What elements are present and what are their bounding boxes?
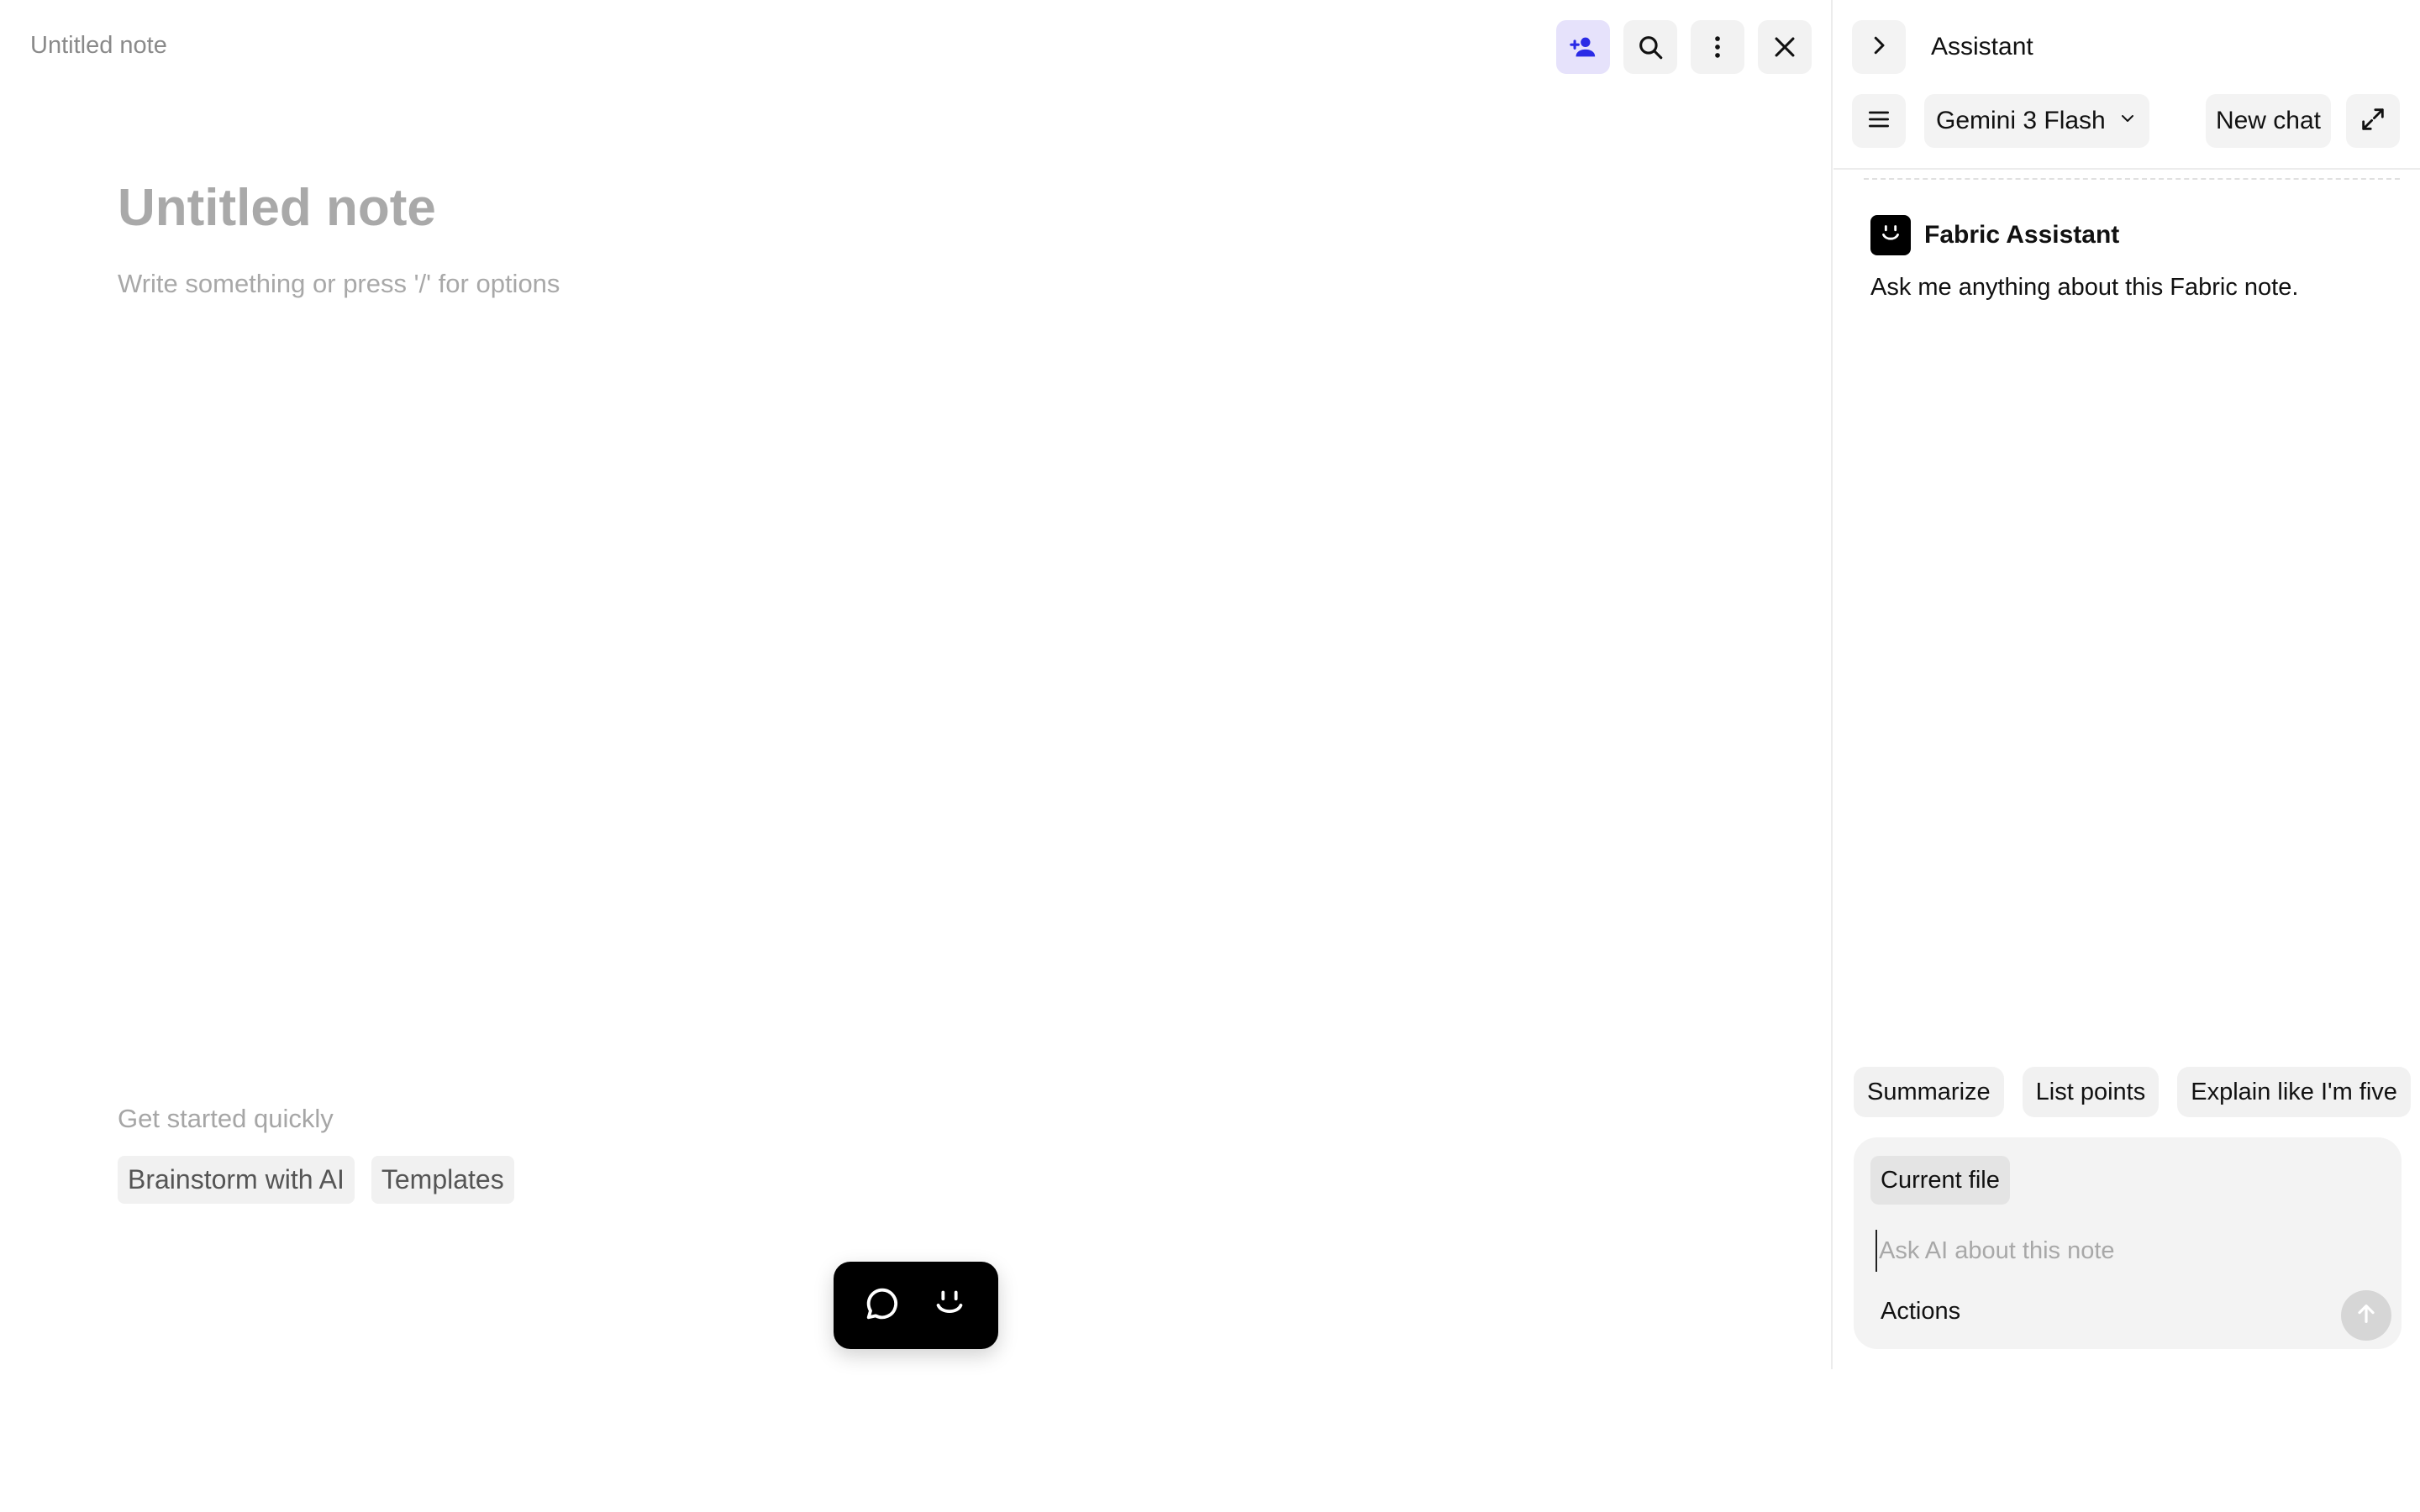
assistant-header: Assistant <box>1852 20 2033 74</box>
quick-start-heading: Get started quickly <box>118 1104 334 1133</box>
more-options-button[interactable] <box>1691 20 1744 74</box>
expand-icon <box>2359 105 2387 138</box>
chat-bubble-icon <box>863 1284 902 1327</box>
chat-composer: Current file Actions <box>1854 1137 2402 1349</box>
assistant-panel: Assistant Gemini 3 Flash New chat Fabric… <box>1833 0 2420 1369</box>
new-chat-button[interactable]: New chat <box>2205 94 2331 148</box>
search-icon <box>1636 33 1665 61</box>
assistant-name: Fabric Assistant <box>1924 221 2120 249</box>
close-button[interactable] <box>1758 20 1812 74</box>
note-title-input[interactable]: Untitled note <box>118 178 436 238</box>
expand-panel-button[interactable] <box>2346 94 2400 148</box>
assistant-face-icon <box>930 1284 969 1327</box>
templates-button[interactable]: Templates <box>371 1156 514 1204</box>
collapse-panel-button[interactable] <box>1852 20 1906 74</box>
suggestion-summarize[interactable]: Summarize <box>1854 1067 2004 1117</box>
chat-button[interactable] <box>855 1278 909 1332</box>
suggestion-explain-like-five[interactable]: Explain like I'm five <box>2177 1067 2411 1117</box>
note-editor: Untitled note Untitled note Write someth… <box>0 0 1832 1369</box>
quick-start-chips: Brainstorm with AI Templates <box>118 1156 514 1204</box>
more-vertical-icon <box>1703 33 1732 61</box>
assistant-button[interactable] <box>923 1278 976 1332</box>
assistant-message-header: Fabric Assistant <box>1870 215 2119 255</box>
suggestion-list-points[interactable]: List points <box>2022 1067 2160 1117</box>
editor-toolbar <box>1556 20 1812 74</box>
chevron-down-icon <box>2118 107 2138 135</box>
note-body-input[interactable]: Write something or press '/' for options <box>118 269 560 299</box>
menu-icon <box>1865 106 1892 137</box>
actions-button[interactable]: Actions <box>1872 1289 1969 1334</box>
chevron-right-icon <box>1866 33 1891 62</box>
assistant-avatar <box>1870 215 1911 255</box>
floating-action-bar <box>834 1262 998 1349</box>
suggestion-chips: Summarize List points Explain like I'm f… <box>1854 1067 2420 1117</box>
context-chip-current-file[interactable]: Current file <box>1870 1156 2010 1205</box>
panel-divider <box>1831 0 1833 1369</box>
header-separator <box>1833 168 2420 170</box>
model-selector[interactable]: Gemini 3 Flash <box>1924 94 2149 148</box>
search-button[interactable] <box>1623 20 1677 74</box>
assistant-message-text: Ask me anything about this Fabric note. <box>1870 274 2299 301</box>
chat-history-button[interactable] <box>1852 94 1906 148</box>
arrow-up-icon <box>2353 1300 2380 1331</box>
assistant-face-icon <box>1876 219 1905 252</box>
send-button[interactable] <box>2341 1290 2391 1341</box>
close-icon <box>1770 33 1799 61</box>
assistant-title: Assistant <box>1931 33 2033 60</box>
ask-ai-input[interactable] <box>1876 1230 2346 1272</box>
brainstorm-with-ai-button[interactable]: Brainstorm with AI <box>118 1156 355 1204</box>
message-divider <box>1864 178 2400 180</box>
model-name: Gemini 3 Flash <box>1936 107 2106 134</box>
assistant-controls: Gemini 3 Flash New chat <box>1852 94 2400 148</box>
note-breadcrumb-title[interactable]: Untitled note <box>30 32 167 60</box>
add-person-icon <box>1569 33 1597 61</box>
share-button[interactable] <box>1556 20 1610 74</box>
